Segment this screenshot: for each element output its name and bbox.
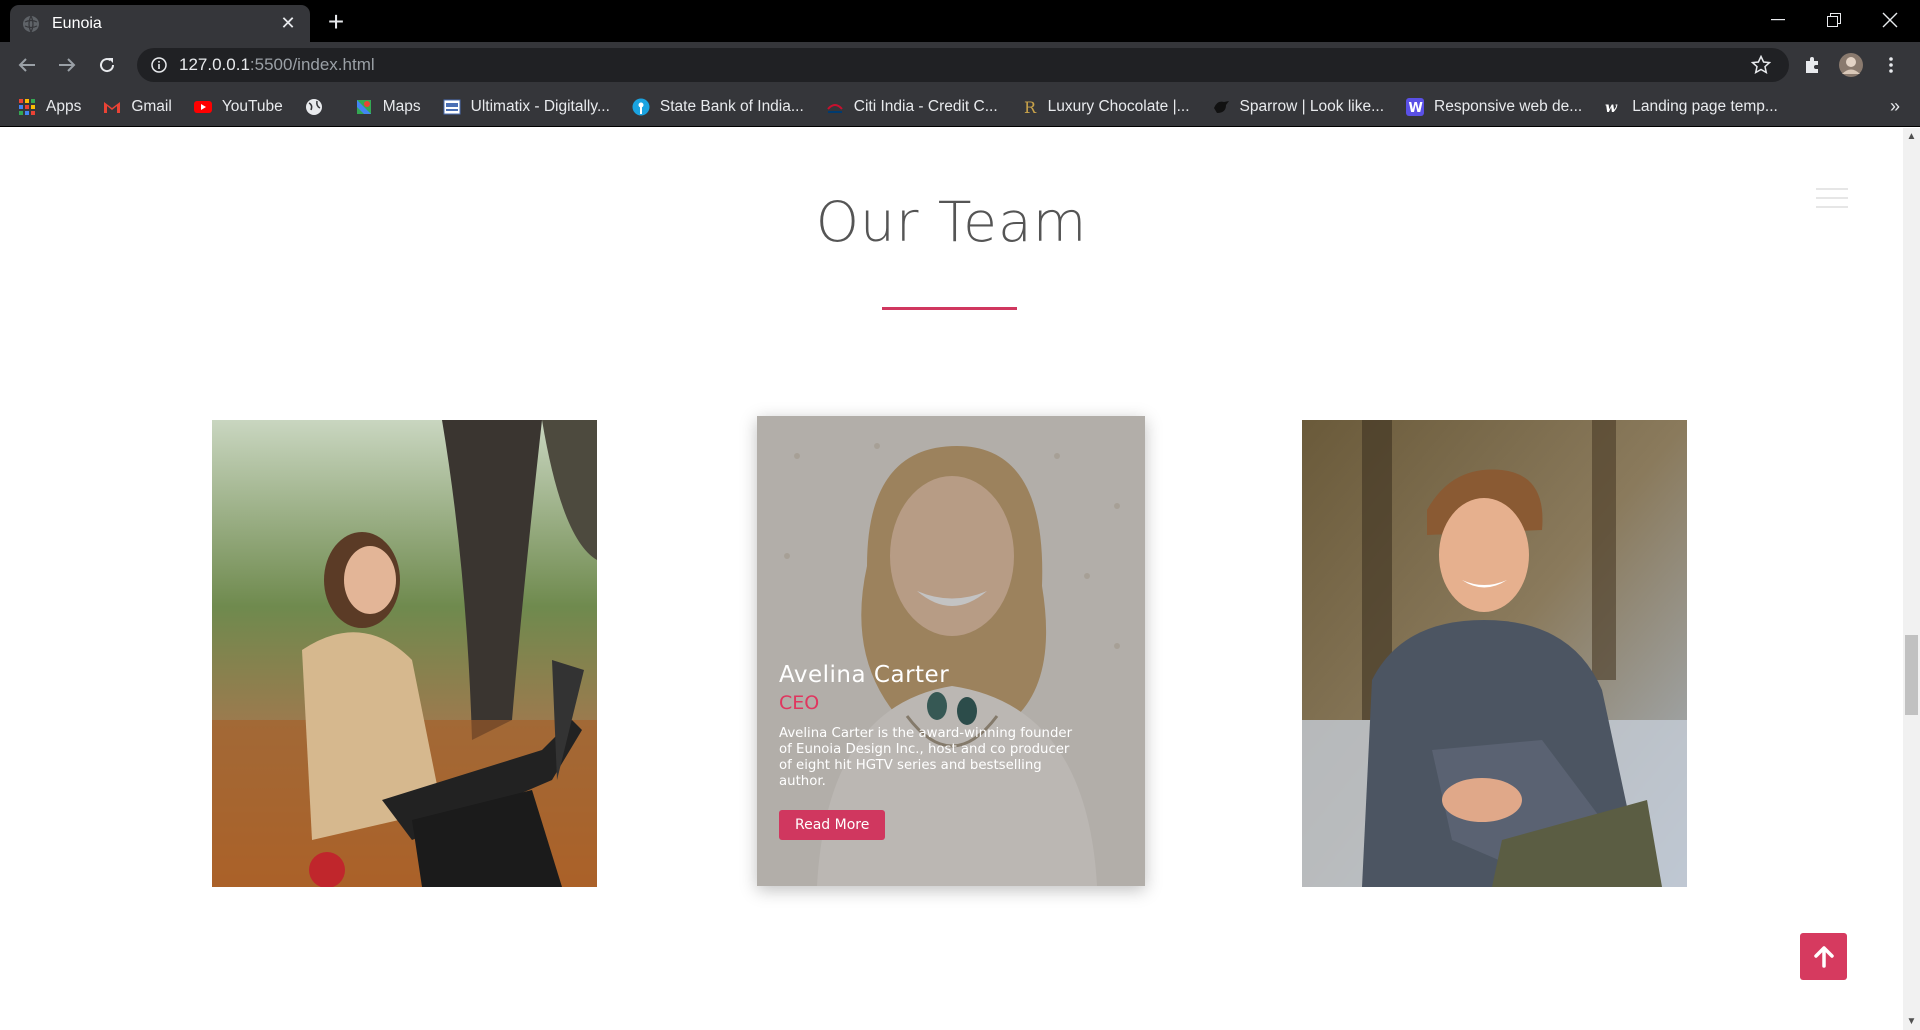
gmail-icon [104, 101, 121, 113]
member-name: Avelina Carter [779, 662, 950, 688]
profile-avatar[interactable] [1836, 50, 1866, 80]
bookmark-apps[interactable]: Apps [18, 98, 81, 116]
url-text: 127.0.0.1:5500/index.html [179, 55, 375, 74]
bookmark-citi[interactable]: Citi India - Credit C... [826, 98, 998, 116]
w-italic-icon: w [1605, 100, 1618, 116]
svg-text:W: W [1409, 101, 1423, 116]
bookmark-ultimatix[interactable]: Ultimatix - Digitally... [443, 98, 610, 116]
bookmark-globe[interactable] [305, 98, 333, 116]
team-member-photo-woman-laptop [212, 420, 597, 887]
bookmark-maps[interactable]: Maps [355, 98, 421, 116]
extensions-puzzle-icon[interactable] [1797, 50, 1827, 80]
sbi-icon [632, 98, 650, 115]
team-member-card-featured[interactable]: Avelina Carter CEO Avelina Carter is the… [757, 416, 1145, 886]
tab-strip: Eunoia ✕ + [0, 0, 1920, 42]
scroll-up-arrow-icon[interactable]: ▲ [1903, 128, 1920, 145]
team-member-photo-young-man [1302, 420, 1687, 887]
browser-menu-icon[interactable] [1876, 50, 1906, 80]
bookmark-youtube[interactable]: YouTube [193, 98, 283, 116]
bookmark-sbi[interactable]: State Bank of India... [632, 98, 804, 116]
globe-icon [305, 98, 322, 115]
apps-grid-icon [19, 98, 35, 115]
minimize-icon[interactable] [1750, 0, 1806, 40]
bookmark-gmail[interactable]: Gmail [103, 98, 172, 116]
svg-text:w: w [1605, 100, 1618, 116]
scrollbar-thumb[interactable] [1905, 635, 1918, 715]
browser-tab[interactable]: Eunoia ✕ [10, 5, 310, 42]
team-member-card-1[interactable] [212, 420, 597, 887]
bookmark-star-icon[interactable] [1751, 55, 1771, 75]
section-title: Our Team [815, 190, 1088, 254]
r-icon: R [1024, 98, 1037, 116]
back-arrow-icon[interactable] [12, 50, 42, 80]
forward-arrow-icon[interactable] [52, 50, 82, 80]
citi-icon [827, 103, 843, 113]
sparrow-icon [1213, 100, 1229, 113]
maps-icon [356, 99, 371, 114]
info-icon[interactable] [151, 57, 167, 73]
globe-icon [23, 15, 39, 32]
bookmarks-bar: Apps Gmail YouTube Maps Ultimatix - Digi… [0, 87, 1920, 127]
team-member-card-3[interactable] [1302, 420, 1687, 887]
bookmark-landing-page[interactable]: w Landing page temp... [1604, 98, 1778, 116]
new-tab-button[interactable]: + [322, 8, 350, 36]
bookmark-sparrow[interactable]: Sparrow | Look like... [1212, 98, 1384, 116]
page-viewport: Our Team Avelina Carter CEO Avelina Cart… [0, 128, 1903, 1030]
restore-icon[interactable] [1806, 0, 1862, 40]
tab-title: Eunoia [52, 14, 102, 32]
close-window-icon[interactable] [1862, 0, 1918, 40]
member-info: Avelina Carter CEO Avelina Carter is the… [779, 662, 1079, 840]
bookmark-luxury-chocolate[interactable]: R Luxury Chocolate |... [1020, 98, 1190, 116]
close-tab-icon[interactable]: ✕ [278, 13, 298, 34]
w-icon: W [1406, 97, 1424, 116]
back-to-top-button[interactable] [1800, 933, 1847, 980]
bookmarks-overflow-button[interactable]: » [1890, 96, 1900, 117]
arrow-up-icon [1813, 945, 1834, 968]
scroll-down-arrow-icon[interactable]: ▼ [1903, 1013, 1920, 1030]
svg-text:R: R [1024, 98, 1037, 116]
page-scrollbar[interactable]: ▲ ▼ [1903, 128, 1920, 1030]
read-more-button[interactable]: Read More [779, 810, 886, 840]
bookmark-responsive-web[interactable]: W Responsive web de... [1406, 97, 1582, 116]
tata-icon [443, 99, 461, 114]
reload-icon[interactable] [92, 50, 122, 80]
address-bar[interactable]: 127.0.0.1:5500/index.html [137, 48, 1789, 82]
member-role: CEO [779, 692, 820, 714]
title-underline [882, 307, 1017, 310]
youtube-icon [193, 100, 212, 113]
member-bio: Avelina Carter is the award-winning foun… [779, 726, 1073, 789]
